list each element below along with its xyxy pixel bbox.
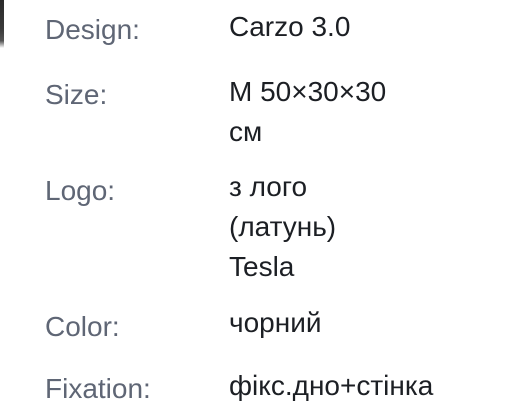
product-specs-list: Design: Carzo 3.0 Size: M 50×30×30 см Lo… bbox=[0, 0, 520, 402]
spec-value-size: M 50×30×30 см bbox=[229, 72, 514, 152]
spec-value-logo: з лого (латунь) Tesla bbox=[229, 167, 514, 287]
spec-value-design: Carzo 3.0 bbox=[229, 7, 514, 47]
spec-value-logo-line: Tesla bbox=[229, 251, 295, 282]
spec-value-color-line: чорний bbox=[229, 307, 322, 338]
spec-value-color: чорний bbox=[229, 303, 514, 343]
spec-value-logo-line: з лого bbox=[229, 171, 308, 202]
spec-value-logo-line: (латунь) bbox=[229, 211, 337, 242]
spec-value-fixation-line: фікс.дно+стінка bbox=[229, 370, 434, 401]
spec-label-size: Size: bbox=[45, 79, 108, 110]
spec-value-size-line: см bbox=[229, 116, 263, 147]
spec-label-fixation: Fixation: bbox=[45, 373, 151, 402]
spec-label-design: Design: bbox=[45, 14, 140, 45]
spec-label-color: Color: bbox=[45, 311, 120, 342]
spec-value-design-line: Carzo 3.0 bbox=[229, 11, 351, 42]
spec-value-fixation: фікс.дно+стінка bbox=[229, 366, 514, 402]
spec-value-size-line: M 50×30×30 bbox=[229, 76, 387, 107]
spec-label-logo: Logo: bbox=[45, 175, 116, 206]
